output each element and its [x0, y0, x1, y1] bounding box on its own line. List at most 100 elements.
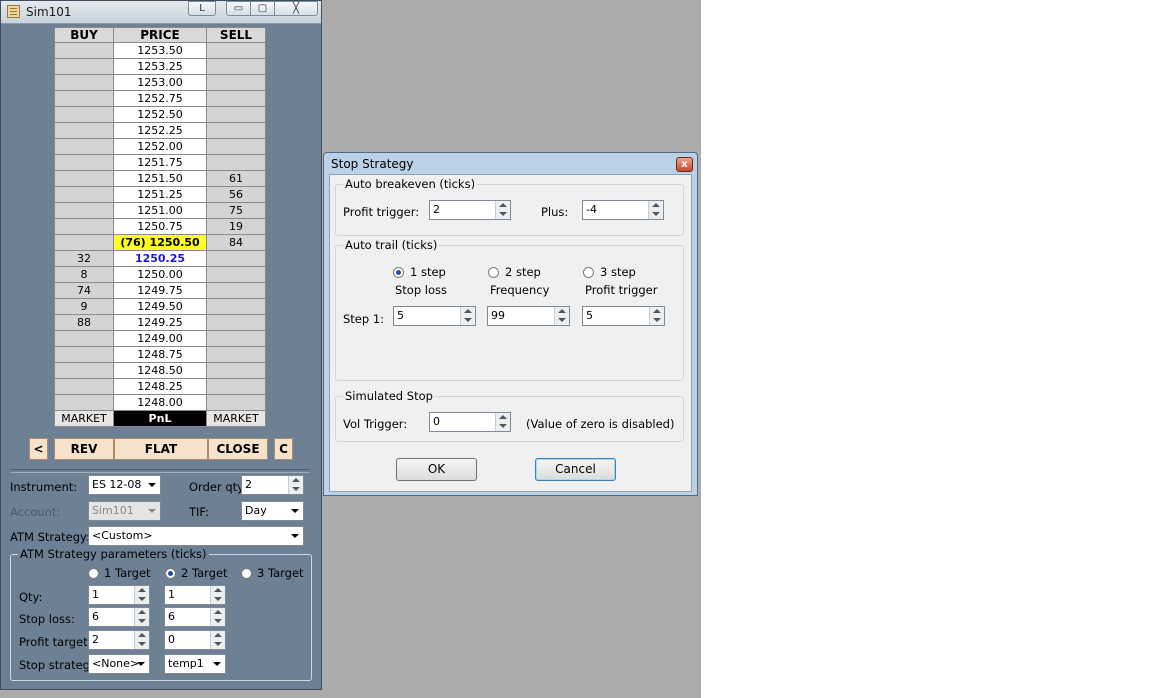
sell-cell[interactable]: [206, 378, 266, 395]
reverse-button[interactable]: REV: [54, 438, 114, 460]
close-position-button[interactable]: CLOSE: [208, 438, 268, 460]
buy-cell[interactable]: 88: [54, 314, 114, 331]
tif-select[interactable]: Day: [241, 501, 304, 521]
buy-cell[interactable]: [54, 394, 114, 411]
flat-button[interactable]: FLAT: [114, 438, 208, 460]
profit-trigger-stepper[interactable]: 2: [429, 200, 511, 220]
spin-arrows-icon[interactable]: [648, 201, 663, 219]
sell-cell[interactable]: [206, 154, 266, 171]
buy-cell[interactable]: [54, 218, 114, 235]
sell-cell[interactable]: [206, 298, 266, 315]
title-bar[interactable]: Sim101 L ▭ ▢ ╳: [1, 1, 321, 24]
buy-cell[interactable]: [54, 138, 114, 155]
buy-cell[interactable]: [54, 58, 114, 75]
step1-stop-loss-stepper[interactable]: 5: [393, 306, 476, 326]
spin-arrows-icon[interactable]: [210, 631, 225, 649]
sell-cell[interactable]: [206, 250, 266, 267]
buy-cell[interactable]: [54, 122, 114, 139]
sell-cell[interactable]: [206, 58, 266, 75]
radio-2-step[interactable]: [488, 267, 499, 278]
stop-loss-stepper-2[interactable]: 6: [164, 607, 226, 627]
order-qty-stepper[interactable]: 2: [241, 475, 304, 495]
stop-strategy-select-2[interactable]: temp1: [164, 654, 226, 674]
spin-arrows-icon[interactable]: [210, 586, 225, 604]
spin-arrows-icon[interactable]: [460, 307, 475, 325]
stop-strategy-select-1[interactable]: <None>: [88, 654, 150, 674]
spin-arrows-icon[interactable]: [649, 307, 664, 325]
stop-loss-stepper-1[interactable]: 6: [88, 607, 150, 627]
instrument-select[interactable]: ES 12-08: [88, 475, 161, 495]
buy-cell[interactable]: [54, 202, 114, 219]
maximize-icon[interactable]: ▢: [250, 1, 275, 16]
sell-cell[interactable]: 75: [206, 202, 266, 219]
sell-cell[interactable]: 61: [206, 170, 266, 187]
radio-3-step[interactable]: [583, 267, 594, 278]
buy-cell[interactable]: 9: [54, 298, 114, 315]
buy-cell[interactable]: [54, 74, 114, 91]
buy-cell[interactable]: [54, 42, 114, 59]
buy-cell[interactable]: 74: [54, 282, 114, 299]
spin-arrows-icon[interactable]: [554, 307, 569, 325]
step1-frequency-stepper[interactable]: 99: [487, 306, 570, 326]
spin-arrows-icon[interactable]: [134, 631, 149, 649]
sell-cell[interactable]: [206, 138, 266, 155]
pnl-display[interactable]: PnL: [113, 410, 207, 427]
profit-target-stepper-1[interactable]: 2: [88, 630, 150, 650]
sell-cell[interactable]: 19: [206, 218, 266, 235]
account-select[interactable]: Sim101: [88, 501, 161, 521]
spin-arrows-icon[interactable]: [495, 201, 510, 219]
buy-cell[interactable]: [54, 378, 114, 395]
profit-target-stepper-2[interactable]: 0: [164, 630, 226, 650]
buy-cell[interactable]: 8: [54, 266, 114, 283]
spin-arrows-icon[interactable]: [134, 586, 149, 604]
sell-cell[interactable]: [206, 394, 266, 411]
sell-cell[interactable]: [206, 74, 266, 91]
sell-cell[interactable]: [206, 90, 266, 107]
sell-cell[interactable]: 56: [206, 186, 266, 203]
vol-trigger-stepper[interactable]: 0: [429, 412, 511, 432]
sell-cell[interactable]: [206, 122, 266, 139]
buy-cell[interactable]: [54, 170, 114, 187]
spin-arrows-icon[interactable]: [495, 413, 510, 431]
cancel-button[interactable]: Cancel: [535, 458, 616, 481]
sell-market-button[interactable]: MARKET: [206, 410, 266, 427]
buy-cell[interactable]: [54, 362, 114, 379]
buy-cell[interactable]: [54, 90, 114, 107]
radio-1-step[interactable]: [393, 267, 404, 278]
buy-cell[interactable]: [54, 346, 114, 363]
buy-cell[interactable]: 32: [54, 250, 114, 267]
qty-stepper-1[interactable]: 1: [88, 585, 150, 605]
sell-cell[interactable]: 84: [206, 234, 266, 251]
plus-stepper[interactable]: -4: [582, 200, 664, 220]
close-icon[interactable]: x: [676, 157, 693, 172]
atm-strategy-select[interactable]: <Custom>: [88, 526, 304, 546]
layout-button[interactable]: L: [188, 1, 216, 16]
buy-cell[interactable]: [54, 186, 114, 203]
spin-arrows-icon[interactable]: [288, 476, 303, 494]
step1-profit-trigger-stepper[interactable]: 5: [582, 306, 665, 326]
sell-cell[interactable]: [206, 346, 266, 363]
radio-2-target[interactable]: [165, 568, 176, 579]
sell-cell[interactable]: [206, 106, 266, 123]
spin-arrows-icon[interactable]: [210, 608, 225, 626]
ok-button[interactable]: OK: [396, 458, 477, 481]
qty-stepper-2[interactable]: 1: [164, 585, 226, 605]
radio-1-target[interactable]: [88, 568, 99, 579]
sell-cell[interactable]: [206, 314, 266, 331]
buy-cell[interactable]: [54, 106, 114, 123]
radio-3-target[interactable]: [241, 568, 252, 579]
sell-cell[interactable]: [206, 362, 266, 379]
sell-cell[interactable]: [206, 282, 266, 299]
sell-cell[interactable]: [206, 42, 266, 59]
scroll-left-button[interactable]: <: [29, 438, 48, 460]
sell-cell[interactable]: [206, 266, 266, 283]
center-button[interactable]: C: [274, 438, 293, 460]
buy-cell[interactable]: [54, 154, 114, 171]
close-icon[interactable]: ╳: [274, 1, 318, 16]
minimize-icon[interactable]: ▭: [226, 1, 251, 16]
buy-market-button[interactable]: MARKET: [54, 410, 114, 427]
spin-arrows-icon[interactable]: [134, 608, 149, 626]
buy-cell[interactable]: [54, 234, 114, 251]
buy-cell[interactable]: [54, 330, 114, 347]
sell-cell[interactable]: [206, 330, 266, 347]
